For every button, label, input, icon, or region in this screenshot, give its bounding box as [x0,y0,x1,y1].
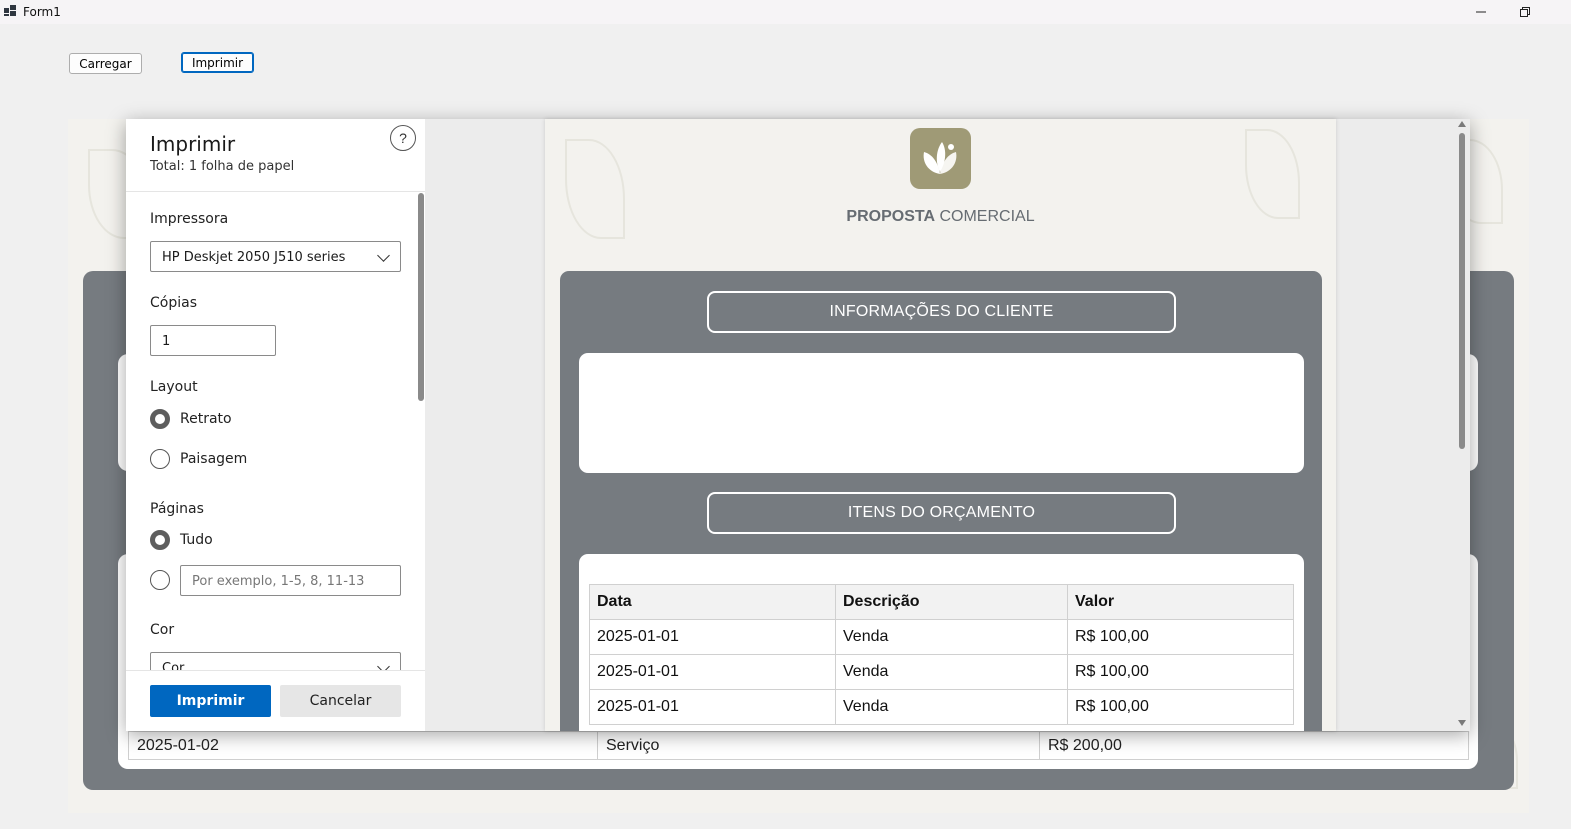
cell-date: 2025-01-01 [589,689,836,725]
printer-label: Impressora [150,211,229,227]
scroll-thumb[interactable] [1459,133,1465,449]
column-header-description: Descrição [835,584,1068,620]
row-description: Serviço [598,732,1040,759]
cell-value: R$ 100,00 [1067,619,1294,655]
cell-value: R$ 100,00 [1067,654,1294,690]
lotus-icon [923,142,957,174]
all-pages-label[interactable]: Tudo [180,532,213,548]
cell-date: 2025-01-01 [589,619,836,655]
budget-items-table: Data Descrição Valor 2025-01-01 Venda R$… [589,584,1294,725]
table-row: 2025-01-01 Venda R$ 100,00 [589,689,1294,725]
pages-label: Páginas [150,501,204,517]
dialog-footer: Imprimir Cancelar [126,670,425,731]
company-logo [910,128,971,189]
cell-date: 2025-01-01 [589,654,836,690]
copies-input[interactable]: 1 [150,325,276,356]
landscape-radio[interactable] [150,449,170,469]
app-icon [4,5,16,16]
chevron-down-icon [377,249,390,262]
cell-value: R$ 100,00 [1067,689,1294,725]
minimize-button[interactable] [1461,0,1501,24]
print-form-button[interactable]: Imprimir [181,52,254,73]
printer-select[interactable]: HP Deskjet 2050 J510 series [150,241,401,272]
load-button[interactable]: Carregar [69,53,142,74]
preview-scrollbar[interactable] [1455,119,1469,731]
divider [126,191,425,192]
sheet-count: Total: 1 folha de papel [150,159,295,174]
help-button[interactable]: ? [390,125,416,151]
layout-label: Layout [150,379,198,395]
print-button[interactable]: Imprimir [150,685,271,717]
page-range-radio[interactable] [150,570,170,590]
color-label: Cor [150,622,175,638]
client-info-box [579,353,1304,473]
print-preview-page: PROPOSTA COMERCIAL INFORMAÇÕES DO CLIENT… [545,119,1336,731]
budget-items-box: Data Descrição Valor 2025-01-01 Venda R$… [579,554,1304,731]
row-date: 2025-01-02 [129,732,598,759]
client-info-heading: INFORMAÇÕES DO CLIENTE [707,291,1176,333]
table-row: 2025-01-01 Venda R$ 100,00 [589,619,1294,655]
print-dialog: Imprimir Total: 1 folha de papel ? Impre… [126,119,1470,731]
landscape-label[interactable]: Paisagem [180,451,247,467]
page-range-input[interactable]: Por exemplo, 1-5, 8, 11-13 [180,565,401,596]
settings-scrollbar[interactable] [418,193,424,401]
window-title: Form1 [23,5,61,19]
cancel-button[interactable]: Cancelar [280,685,401,717]
budget-items-heading: ITENS DO ORÇAMENTO [707,492,1176,534]
title-bar: Form1 [0,0,1571,24]
portrait-label[interactable]: Retrato [180,411,232,427]
title-rest: COMERCIAL [935,208,1035,225]
dialog-title: Imprimir [150,132,236,156]
row-value: R$ 200,00 [1048,737,1122,754]
copies-label: Cópias [150,295,197,311]
restore-button[interactable] [1505,0,1545,24]
all-pages-radio[interactable] [150,530,170,550]
table-row: 2025-01-01 Venda R$ 100,00 [589,654,1294,690]
printer-value: HP Deskjet 2050 J510 series [162,250,346,265]
restore-icon [1520,7,1530,17]
scroll-down-icon[interactable] [1458,720,1466,726]
help-icon: ? [399,130,407,146]
column-header-value: Valor [1067,584,1294,620]
minimize-icon [1476,11,1486,13]
portrait-radio[interactable] [150,409,170,429]
document-title: PROPOSTA COMERCIAL [545,208,1336,226]
print-settings-pane: Imprimir Total: 1 folha de papel ? Impre… [126,119,425,731]
cell-description: Venda [835,619,1068,655]
table-row: 2025-01-02 Serviço R$ 200,00 [128,731,1469,760]
title-bold: PROPOSTA [846,208,936,225]
scroll-up-icon[interactable] [1458,121,1466,127]
color-select[interactable]: Cor [150,652,401,672]
column-header-date: Data [589,584,836,620]
cell-description: Venda [835,689,1068,725]
document-panel: INFORMAÇÕES DO CLIENTE ITENS DO ORÇAMENT… [560,271,1322,731]
table-header-row: Data Descrição Valor [589,584,1294,620]
cell-description: Venda [835,654,1068,690]
